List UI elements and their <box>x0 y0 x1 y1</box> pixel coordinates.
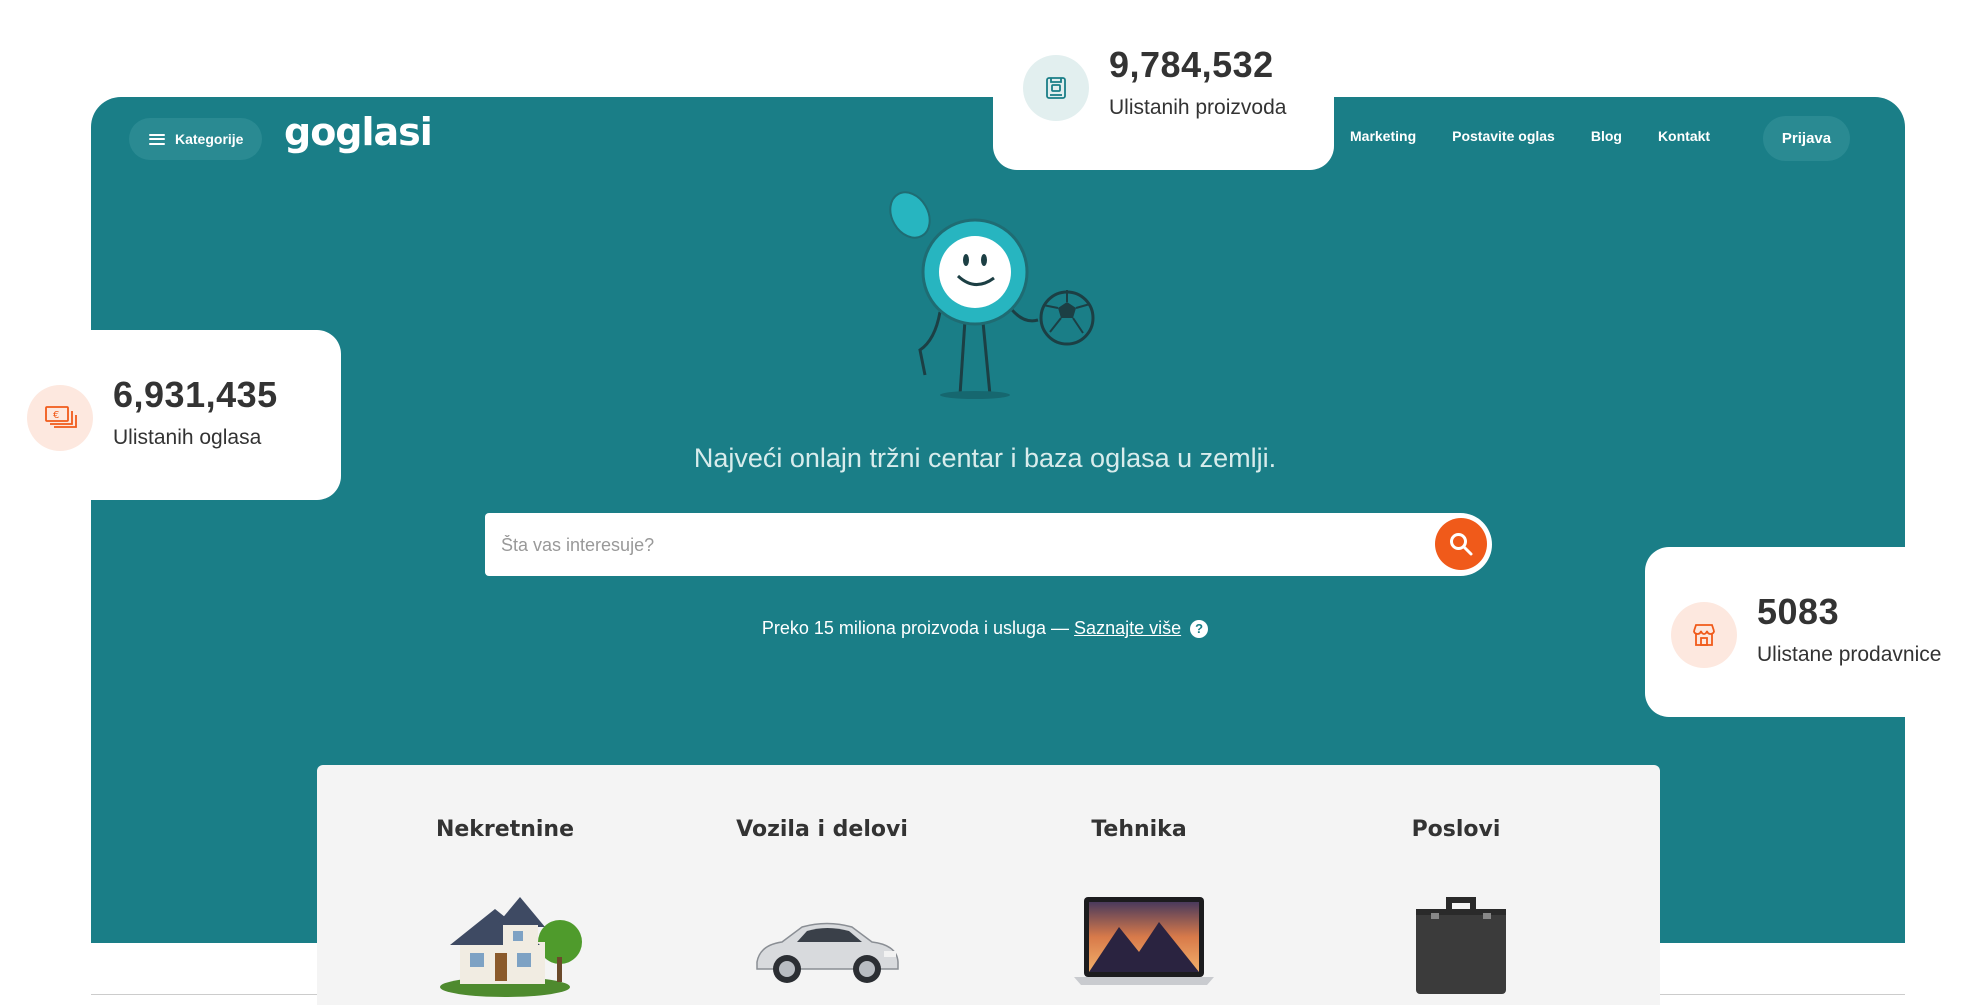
search-button[interactable] <box>1435 518 1487 570</box>
laptop-image <box>1074 897 1214 985</box>
categories-button[interactable]: Kategorije <box>129 118 262 160</box>
product-box-icon <box>1023 55 1089 121</box>
mascot-illustration <box>889 191 1095 399</box>
nav-link-marketing[interactable]: Marketing <box>1350 128 1416 144</box>
category-tehnika[interactable]: Tehnika <box>1019 817 1259 985</box>
logo[interactable]: goglasi <box>284 110 433 154</box>
svg-text:€: € <box>53 410 59 421</box>
category-label: Nekretnine <box>435 817 575 842</box>
category-label: Tehnika <box>1091 817 1187 842</box>
stat-card-ads: 6,931,435 Ulistanih oglasa <box>91 330 341 500</box>
subtext-label: Preko 15 miliona proizvoda i usluga — <box>761 618 1075 638</box>
stat-ads-value: 6,931,435 <box>113 374 278 415</box>
search-bar <box>485 513 1492 578</box>
categories-label: Kategorije <box>175 131 244 147</box>
nav-link-blog[interactable]: Blog <box>1591 128 1622 144</box>
stat-products-label: Ulistanih proizvoda <box>1109 96 1287 119</box>
hamburger-icon <box>149 133 165 145</box>
help-icon[interactable]: ? <box>1190 620 1209 638</box>
nav-link-contact[interactable]: Kontakt <box>1658 128 1710 144</box>
category-nekretnine[interactable]: Nekretnine <box>385 817 625 997</box>
category-panel: Nekretnine Vozila i delovi Tehnika Poslo… <box>317 765 1660 1005</box>
login-button[interactable]: Prijava <box>1763 116 1850 161</box>
category-label: Vozila i delovi <box>736 817 908 842</box>
car-image <box>756 922 899 983</box>
money-stack-icon: € <box>27 385 93 451</box>
hero-subtext: Preko 15 miliona proizvoda i usluga — Sa… <box>0 618 1970 639</box>
briefcase-image <box>1416 897 1506 994</box>
nav-link-post-ad[interactable]: Postavite oglas <box>1452 128 1555 144</box>
stat-card-products: 9,784,532 Ulistanih proizvoda <box>993 0 1334 170</box>
category-poslovi[interactable]: Poslovi <box>1336 817 1576 994</box>
house-image <box>440 897 582 997</box>
hero-tagline: Najveći onlajn tržni centar i baza oglas… <box>693 443 1277 473</box>
category-vozila[interactable]: Vozila i delovi <box>702 817 942 983</box>
learn-more-link[interactable]: Saznajte više <box>1074 618 1181 638</box>
main-nav: Marketing Postavite oglas Blog Kontakt <box>1350 128 1710 144</box>
search-icon <box>1450 533 1473 556</box>
search-input[interactable] <box>499 513 1403 578</box>
stat-stores-label: Ulistane prodavnice <box>1757 643 1942 666</box>
stat-products-value: 9,784,532 <box>1109 44 1274 85</box>
category-label: Poslovi <box>1411 817 1501 842</box>
